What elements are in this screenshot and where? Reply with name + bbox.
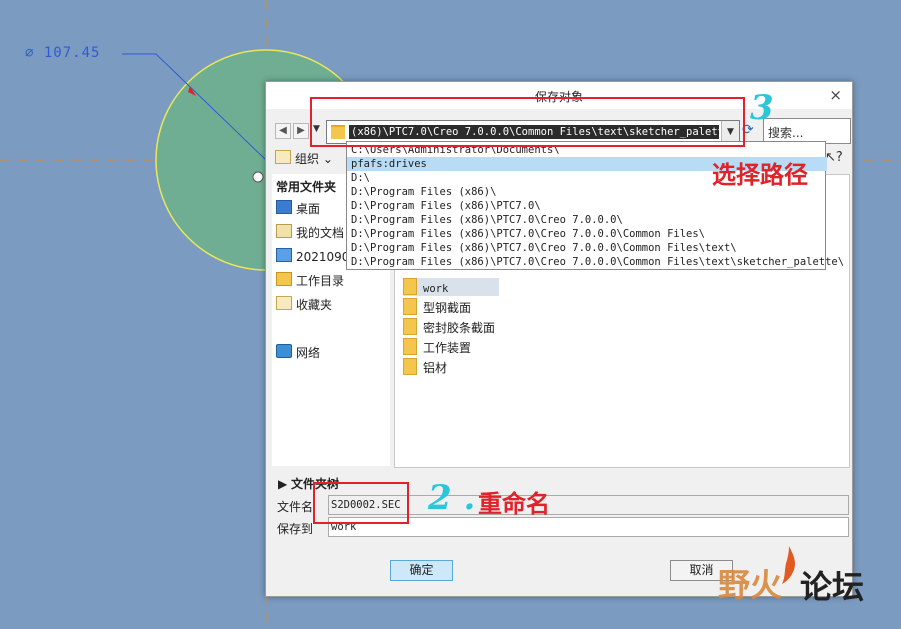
sidebar-item-label: 收藏夹 [296,298,333,312]
folder-icon [403,358,417,375]
documents-icon [276,224,292,238]
folder-icon [403,278,417,295]
annotation-number-3: 3 [750,88,774,128]
annotation-number-2: 2 . [428,478,476,518]
sidebar-item-documents[interactable]: 我的文档 [276,224,344,241]
folder-name: 工作装置 [423,341,472,355]
sidebar-item-label: 工作目录 [296,274,345,288]
dropdown-item[interactable]: D:\Program Files (x86)\PTC7.0\Creo 7.0.0… [347,255,844,269]
save-to-label: 保存到 [277,522,314,536]
filename-highlight-box [313,482,409,524]
sidebar-item-label: 网络 [296,346,321,360]
watermark-text-1: 野火 [718,566,783,604]
folder-name: work [423,283,449,295]
filename-label: 文件名 [277,500,314,514]
folder-icon [403,318,417,335]
annotation-rename: 重命名 [478,490,550,518]
list-item[interactable]: 密封胶条截面 [403,318,495,336]
folder-name: 型钢截面 [423,301,472,315]
list-item[interactable]: 铝材 [403,358,447,376]
sidebar-item-network[interactable]: 网络 [276,344,320,361]
sidebar-item-label: 我的文档 [296,226,345,240]
folder-name: 铝材 [423,361,448,375]
watermark-text-2: 论坛 [800,568,865,606]
forward-arrow-icon[interactable]: ▶ [293,123,309,139]
folder-name: 密封胶条截面 [423,321,496,335]
list-item[interactable]: 工作装置 [403,338,471,356]
help-icon[interactable]: ↖? [825,150,843,165]
sidebar-item-desktop[interactable]: 桌面 [276,200,320,217]
working-directory-icon [276,272,292,286]
annotation-select-path: 选择路径 [712,161,808,189]
folder-icon [403,298,417,315]
favorites-icon [276,296,292,310]
computer-icon [276,248,292,262]
back-arrow-icon[interactable]: ◀ [275,123,291,139]
organize-icon [275,150,291,164]
dropdown-item[interactable]: D:\Program Files (x86)\PTC7.0\ [347,199,827,213]
path-highlight-box [310,97,745,147]
network-icon [276,344,292,358]
expand-arrow-icon: ▶ [278,477,292,491]
sidebar-item-label: 桌面 [296,202,321,216]
list-item[interactable]: 型钢截面 [403,298,471,316]
dropdown-item[interactable]: D:\Program Files (x86)\PTC7.0\Creo 7.0.0… [347,213,827,227]
center-point-icon[interactable] [252,171,264,183]
organize-menu[interactable]: 组织 ⌄ [275,150,333,167]
sidebar-item-favorites[interactable]: 收藏夹 [276,296,332,313]
dropdown-item[interactable]: D:\Program Files (x86)\PTC7.0\Creo 7.0.0… [347,227,827,241]
common-folders-header: 常用文件夹 [276,180,337,194]
dropdown-item[interactable]: D:\Program Files (x86)\PTC7.0\Creo 7.0.0… [347,241,827,255]
list-item[interactable]: work [403,278,499,296]
flame-logo-icon [782,546,796,584]
diameter-dimension[interactable]: ⌀ 107.45 [25,45,100,61]
close-icon[interactable]: × [829,86,842,104]
folder-icon [403,338,417,355]
organize-label: 组织 ⌄ [295,152,333,166]
desktop-icon [276,200,292,214]
sidebar-item-working-directory[interactable]: 工作目录 [276,272,344,289]
ok-button[interactable]: 确定 [390,560,453,581]
